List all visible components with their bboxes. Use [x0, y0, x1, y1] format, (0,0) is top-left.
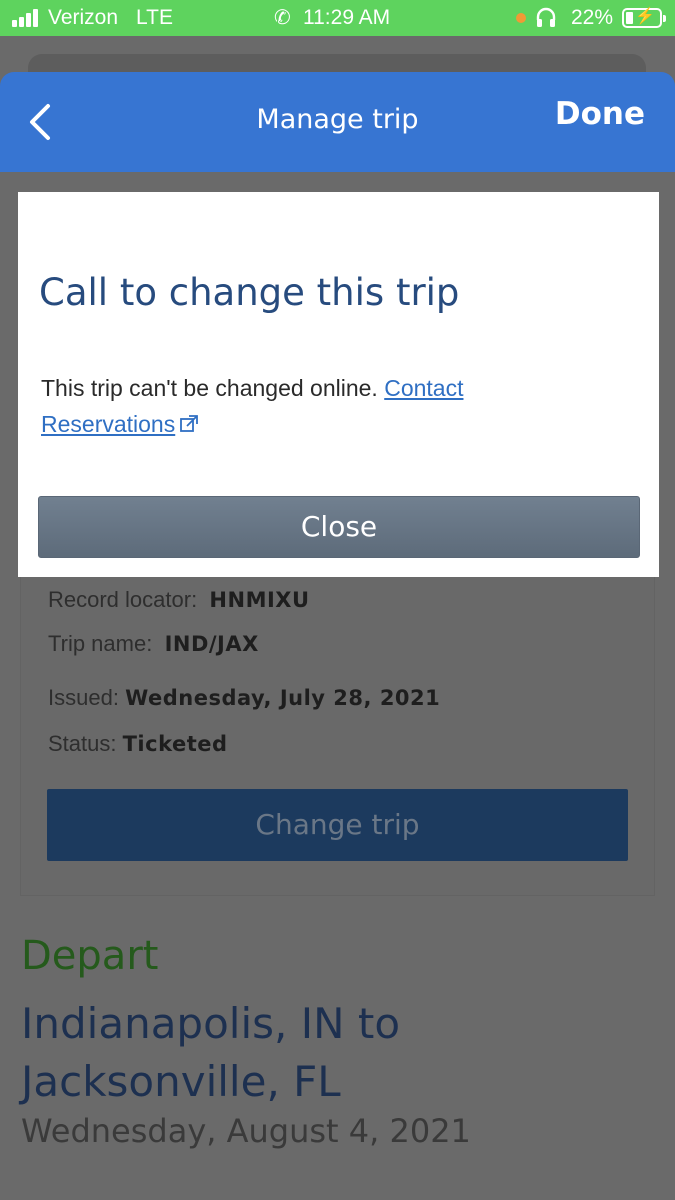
- signal-icon: [12, 9, 42, 27]
- change-trip-button[interactable]: Change trip: [47, 789, 628, 861]
- nav-bar: Manage trip Done: [0, 72, 675, 172]
- status-time: 11:29 AM: [303, 6, 391, 29]
- headphones-icon: [535, 6, 557, 30]
- status-row: Status: Ticketed: [48, 731, 228, 757]
- battery-level: [626, 12, 633, 24]
- modal-message-text: This trip can't be changed online.: [41, 375, 378, 401]
- issued-row: Issued: Wednesday, July 28, 2021: [48, 685, 440, 711]
- modal-message: This trip can't be changed online. Conta…: [41, 370, 601, 444]
- call-to-change-modal: Call to change this trip This trip can't…: [18, 192, 659, 577]
- nav-underlap: [0, 172, 675, 192]
- back-chevron-icon[interactable]: [22, 100, 62, 144]
- modal-title: Call to change this trip: [39, 271, 460, 314]
- network-type: LTE: [136, 6, 173, 29]
- done-button[interactable]: Done: [555, 96, 645, 132]
- battery-percent: 22%: [571, 6, 614, 29]
- charging-bolt-icon: ⚡: [635, 8, 655, 25]
- depart-date: Wednesday, August 4, 2021: [21, 1112, 471, 1150]
- record-locator-value: HNMIXU: [209, 588, 310, 612]
- mic-dot-icon: [516, 13, 526, 23]
- status-label: Status:: [48, 731, 117, 756]
- record-locator-row: Record locator: HNMIXU: [48, 587, 310, 613]
- close-button[interactable]: Close: [38, 496, 640, 558]
- record-locator-label: Record locator:: [48, 587, 198, 612]
- status-value: Ticketed: [122, 732, 228, 756]
- screen: Verizon LTE ✆ 11:29 AM 22% ⚡ Record loca…: [0, 0, 675, 1200]
- issued-value: Wednesday, July 28, 2021: [125, 686, 441, 710]
- issued-label: Issued:: [48, 685, 119, 710]
- trip-name-value: IND/JAX: [164, 632, 259, 656]
- external-link-icon: [179, 408, 199, 444]
- battery-icon: ⚡: [622, 8, 666, 28]
- trip-name-row: Trip name: IND/JAX: [48, 631, 259, 657]
- depart-label: Depart: [21, 933, 159, 979]
- route-title: Indianapolis, IN to Jacksonville, FL: [21, 999, 401, 1106]
- carrier-name: Verizon: [48, 6, 119, 29]
- status-bar: Verizon LTE ✆ 11:29 AM 22% ⚡: [0, 0, 675, 36]
- trip-name-label: Trip name:: [48, 631, 153, 656]
- phone-icon: ✆: [274, 7, 291, 29]
